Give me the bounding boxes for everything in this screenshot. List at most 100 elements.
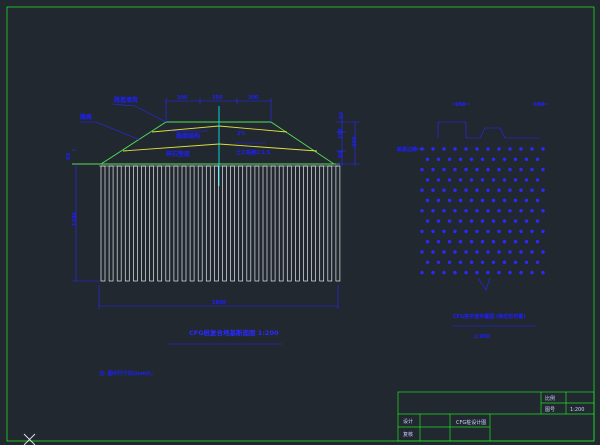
pile-plan-dot: [535, 198, 540, 203]
cad-drawing-canvas: 路基填筑 路肩 300 350 300 路面结构 2% 碎石垫层 土工格栅 1:…: [6, 6, 595, 445]
pile-plan-grid: [420, 147, 545, 275]
pile-plan-dot: [535, 240, 540, 244]
pile-plan-dot: [508, 147, 512, 151]
cfg-pile: [254, 165, 260, 282]
pile-plan-dot: [442, 167, 446, 172]
cfg-pile: [157, 165, 163, 282]
pile-plan-dot: [453, 188, 457, 192]
pile-plan-dot: [480, 260, 485, 264]
pile-plan-dot: [447, 260, 452, 264]
cfg-pile: [230, 165, 235, 282]
cfg-pile: [197, 165, 203, 282]
pile-plan-dot: [491, 178, 496, 182]
pile-plan-dot: [420, 209, 424, 213]
cross-section-view: 路基填筑 路肩 300 350 300 路面结构 2% 碎石垫层 土工格栅 1:…: [66, 95, 360, 345]
pile-plan-dot: [491, 240, 496, 244]
pile-plan-dot: [524, 157, 529, 161]
pile-plan-dot: [436, 198, 441, 203]
pile-plan-dot: [541, 209, 545, 213]
pile-plan-dot: [453, 229, 457, 234]
pile-plan-dot: [519, 250, 523, 254]
pile-plan-dot: [497, 147, 501, 151]
pile-plan-dot: [458, 198, 463, 203]
pile-plan-dot: [458, 178, 463, 182]
pile-plan-dot: [497, 167, 501, 172]
plan-view: 150 150 路基边缘 CFG桩平面布置图 (梅花形布置) 1:200: [397, 102, 548, 340]
pile-plan-dot: [502, 178, 507, 182]
cushion-label: 碎石垫层: [166, 150, 190, 158]
pile-plan-dot: [420, 270, 424, 275]
section-title: CFG桩复合地基断面图 1:200: [189, 328, 279, 337]
cfg-pile: [108, 165, 114, 282]
pile-plan-dot: [442, 250, 446, 254]
pile-plan-dot: [491, 260, 496, 264]
slope-label: 1:1.5: [256, 150, 271, 156]
plan-spacing-2: 150: [534, 102, 545, 108]
pile-plan-dot: [425, 178, 430, 182]
checker-label: 复核: [403, 431, 413, 438]
cfg-pile: [327, 165, 333, 282]
pile-plan-dot: [436, 240, 441, 244]
pile-plan-dot: [524, 240, 529, 244]
pile-plan-dot: [453, 209, 457, 213]
pile-plan-dot: [535, 178, 540, 182]
cfg-pile: [311, 165, 316, 282]
pile-plan-dot: [442, 188, 446, 192]
left-thickness-label: 60: [66, 153, 72, 160]
pile-plan-dot: [502, 198, 507, 203]
drawing-note: 注: 图中尺寸均以cm计。: [99, 370, 156, 377]
pile-plan-dot: [486, 167, 490, 172]
pile-plan-dot: [431, 147, 435, 151]
cfg-pile: [141, 165, 146, 282]
pile-plan-dot: [524, 219, 529, 223]
drawing-frame: [6, 6, 595, 442]
plan-spacing-1: 150: [455, 102, 466, 108]
cfg-pile: [262, 165, 268, 282]
pile-plan-dot: [453, 147, 457, 151]
pile-plan-dot: [497, 270, 501, 275]
pile-plan-dot: [447, 219, 452, 223]
pile-plan-dot: [436, 260, 441, 264]
drawing-name: CFG桩设计图: [456, 419, 486, 426]
pile-plan-dot: [508, 229, 512, 234]
cfg-pile: [238, 165, 244, 282]
pile-plan-dot: [491, 198, 496, 203]
pile-plan-dot: [486, 229, 490, 234]
pile-plan-dot: [447, 240, 452, 244]
pile-plan-dot: [420, 167, 424, 172]
cfg-pile: [173, 165, 179, 282]
pile-plan-dot: [475, 209, 479, 213]
cfg-pile: [124, 165, 130, 282]
shoulder-label: 路肩: [80, 113, 92, 121]
pile-plan-dot: [519, 188, 523, 192]
cfg-pile: [286, 165, 292, 282]
cfg-pile: [335, 165, 341, 282]
pile-plan-dot: [469, 260, 474, 264]
right-dim-2: 150: [338, 128, 344, 139]
pile-plan-dot: [425, 198, 430, 203]
pile-plan-dot: [486, 188, 490, 192]
pile-plan-dot: [508, 188, 512, 192]
pile-plan-dot: [486, 209, 490, 213]
pile-plan-dot: [519, 270, 523, 275]
cfg-pile: [133, 165, 138, 282]
cfg-pile: [246, 165, 252, 282]
top-dim-1: 300: [177, 95, 188, 101]
pile-plan-dot: [519, 229, 523, 234]
pile-plan-dot: [480, 198, 485, 203]
top-dim-2: 350: [212, 95, 223, 101]
pile-plan-dot: [535, 219, 540, 223]
pile-plan-dot: [486, 147, 490, 151]
pile-plan-dot: [530, 209, 534, 213]
pile-plan-dot: [502, 157, 507, 161]
pile-plan-dot: [420, 188, 424, 192]
pile-plan-dot: [541, 229, 545, 234]
pile-plan-dot: [431, 229, 435, 234]
pile-plan-dot: [524, 178, 529, 182]
pile-plan-dot: [497, 209, 501, 213]
cfg-pile: [319, 165, 325, 282]
pile-plan-dot: [508, 209, 512, 213]
cfg-pile: [149, 165, 154, 282]
pile-plan-dot: [513, 240, 518, 244]
pile-plan-dot: [464, 270, 468, 275]
